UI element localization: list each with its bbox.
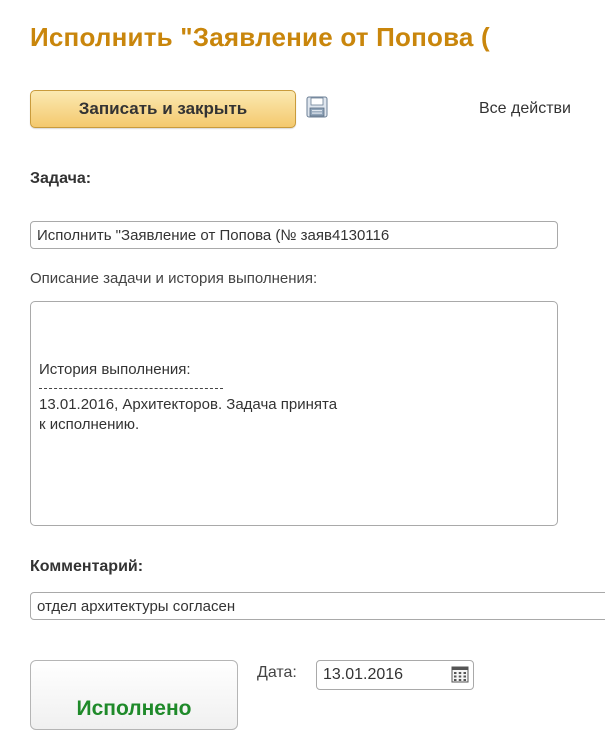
all-actions-menu[interactable]: Все действи	[479, 100, 571, 118]
history-separator	[39, 388, 223, 389]
floppy-disk-icon[interactable]	[306, 96, 328, 118]
description-label: Описание задачи и история выполнения:	[30, 270, 318, 287]
comment-label: Комментарий:	[30, 558, 144, 575]
task-field[interactable]: Исполнить "Заявление от Попова (№ заяв41…	[30, 221, 558, 249]
save-and-close-button[interactable]: Записать и закрыть	[30, 90, 296, 128]
history-title: История выполнения:	[39, 361, 191, 378]
history-entry: 13.01.2016, Архитекторов. Задача принята…	[39, 396, 338, 433]
page-title: Исполнить "Заявление от Попова (	[30, 22, 490, 52]
calendar-icon[interactable]	[451, 665, 469, 683]
save-and-close-label: Записать и закрыть	[78, 99, 248, 118]
description-textarea[interactable]: История выполнения: 13.01.2016, Архитект…	[30, 301, 558, 526]
done-button-label: Исполнено	[76, 697, 192, 720]
comment-field[interactable]: отдел архитектуры согласен	[30, 592, 605, 620]
task-label: Задача:	[30, 170, 92, 187]
date-label: Дата:	[257, 664, 297, 681]
